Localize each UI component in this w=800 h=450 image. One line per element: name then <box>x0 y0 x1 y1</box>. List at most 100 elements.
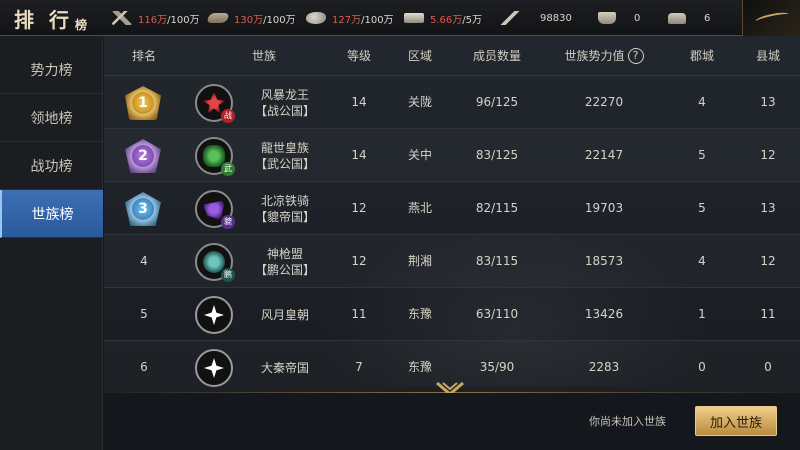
clan-level: 11 <box>351 307 367 321</box>
header-power-label: 世族势力值 <box>564 48 625 63</box>
clan-county: 12 <box>760 148 776 162</box>
table-header: 排名 世族 等级 区域 成员数量 世族势力值? 郡城 县城 <box>104 36 800 76</box>
resource-iron-max: /5万 <box>462 14 482 26</box>
resource-wood: 130万/100万 <box>206 8 296 28</box>
clan-name: 北凉铁骑 【貔帝国】 <box>240 182 330 235</box>
clan-county: 13 <box>760 95 776 109</box>
clan-emblem-icon <box>195 296 233 334</box>
page-title-sub: 榜 <box>74 18 87 32</box>
emblem-badge: 鹏 <box>221 268 235 282</box>
help-icon[interactable]: ? <box>627 48 644 65</box>
clan-level: 12 <box>351 201 367 215</box>
page-title: 排 行 榜 <box>14 3 87 33</box>
resource-troops: 98830 <box>500 8 572 28</box>
table-row[interactable]: 1 战 风暴龙王 【战公国】 14 关陇 96/125 22270 4 13 <box>104 76 800 129</box>
rank-number: 3 <box>132 198 154 220</box>
resource-grain: 116万/100万 <box>112 8 200 28</box>
grain-icon <box>112 11 132 25</box>
clan-region: 关中 <box>407 148 432 162</box>
clan-commandery: 5 <box>698 148 706 162</box>
rank-number: 4 <box>140 254 148 268</box>
emblem-badge: 武 <box>221 162 235 176</box>
clan-name: 龍世皇族 【武公国】 <box>240 129 330 182</box>
clan-commandery: 0 <box>698 360 706 374</box>
header-commandery: 郡城 <box>689 49 714 63</box>
sidebar-item-clan[interactable]: 世族榜 <box>0 190 103 238</box>
header-level: 等级 <box>346 49 371 63</box>
clan-emblem-icon: 鹏 <box>195 243 235 282</box>
resource-grain-current: 116万 <box>138 14 168 26</box>
clan-region: 荆湘 <box>407 254 432 268</box>
resource-wood-current: 130万 <box>234 14 264 26</box>
footer-bar: 你尚未加入世族 加入世族 <box>104 393 800 450</box>
header-region: 区域 <box>407 49 432 63</box>
join-clan-button[interactable]: 加入世族 <box>695 406 777 436</box>
clan-name-line1: 神枪盟 <box>266 246 303 261</box>
clan-name-line2: 【鹏公国】 <box>254 262 315 277</box>
clan-name-line1: 风月皇朝 <box>260 307 309 322</box>
clan-county: 0 <box>764 360 772 374</box>
resource-troops-value: 98830 <box>540 12 572 24</box>
resource-stone: 127万/100万 <box>306 8 394 28</box>
bronze-medal-icon: 3 <box>125 192 161 226</box>
join-status-text: 你尚未加入世族 <box>589 415 666 428</box>
table-row[interactable]: 4 鹏 神枪盟 【鹏公国】 12 荆湘 83/115 18573 4 12 <box>104 235 800 288</box>
clan-name-line2: 【貔帝国】 <box>254 209 315 224</box>
sidebar-item-merit[interactable]: 战功榜 <box>0 142 103 190</box>
emblem-badge: 貔 <box>221 215 235 229</box>
resource-ingot-value: 6 <box>704 12 711 24</box>
clan-commandery: 1 <box>698 307 706 321</box>
resource-gold-value: 0 <box>634 12 641 24</box>
silver-medal-icon: 2 <box>125 139 161 173</box>
clan-power: 22270 <box>584 95 624 109</box>
clan-county: 12 <box>760 254 776 268</box>
rank-number: 6 <box>140 360 148 374</box>
clan-level: 14 <box>351 95 367 109</box>
clan-name-line1: 大秦帝国 <box>260 360 309 375</box>
table-row[interactable]: 3 貔 北凉铁骑 【貔帝国】 12 燕北 82/115 19703 5 13 <box>104 182 800 235</box>
clan-members: 96/125 <box>475 95 519 109</box>
clan-emblem-icon: 战 <box>195 84 235 123</box>
table-row[interactable]: 2 武 龍世皇族 【武公国】 14 关中 83/125 22147 5 12 <box>104 129 800 182</box>
header-rank: 排名 <box>131 49 156 63</box>
clan-members: 35/90 <box>479 360 515 374</box>
sidebar-item-power[interactable]: 势力榜 <box>0 46 103 94</box>
gold-icon <box>598 12 616 24</box>
rank-number: 1 <box>132 92 154 114</box>
close-button[interactable] <box>742 0 800 36</box>
table-row[interactable]: 5 风月皇朝 11 东豫 63/110 13426 1 11 <box>104 288 800 341</box>
resource-wood-max: /100万 <box>263 14 296 26</box>
clan-name-line1: 风暴龙王 <box>260 87 309 102</box>
resource-ingot: 6 <box>668 8 710 28</box>
clan-members: 82/115 <box>475 201 519 215</box>
rank-number: 5 <box>140 307 148 321</box>
ranking-sidebar: 势力榜 领地榜 战功榜 世族榜 <box>0 36 103 450</box>
clan-power: 2283 <box>588 360 620 374</box>
header-clan: 世族 <box>251 49 276 63</box>
clan-name-line2: 【战公国】 <box>254 103 315 118</box>
clan-region: 关陇 <box>407 95 432 109</box>
troops-icon <box>500 11 520 25</box>
header-power: 世族势力值? <box>544 47 664 65</box>
clan-emblem-icon: 貔 <box>195 190 235 229</box>
ingot-icon <box>668 12 686 24</box>
resource-iron: 5.66万/5万 <box>404 8 482 28</box>
top-bar: 排 行 榜 116万/100万 130万/100万 127万/100万 5.66… <box>0 0 800 36</box>
clan-level: 7 <box>355 360 363 374</box>
clan-name: 风暴龙王 【战公国】 <box>240 76 330 129</box>
header-members: 成员数量 <box>472 49 521 63</box>
clan-commandery: 5 <box>698 201 706 215</box>
resource-iron-current: 5.66万 <box>430 14 463 26</box>
clan-commandery: 4 <box>698 254 706 268</box>
resource-grain-max: /100万 <box>167 14 200 26</box>
stone-icon <box>306 12 326 24</box>
clan-name: 大秦帝国 <box>240 341 330 394</box>
clan-name-line1: 龍世皇族 <box>260 140 309 155</box>
clan-emblem-icon <box>195 349 233 387</box>
clan-power: 19703 <box>584 201 624 215</box>
clan-region: 燕北 <box>407 201 432 215</box>
sidebar-item-territory[interactable]: 领地榜 <box>0 94 103 142</box>
gold-medal-icon: 1 <box>125 86 161 120</box>
clan-name-line2: 【武公国】 <box>254 156 315 171</box>
clan-county: 11 <box>760 307 776 321</box>
